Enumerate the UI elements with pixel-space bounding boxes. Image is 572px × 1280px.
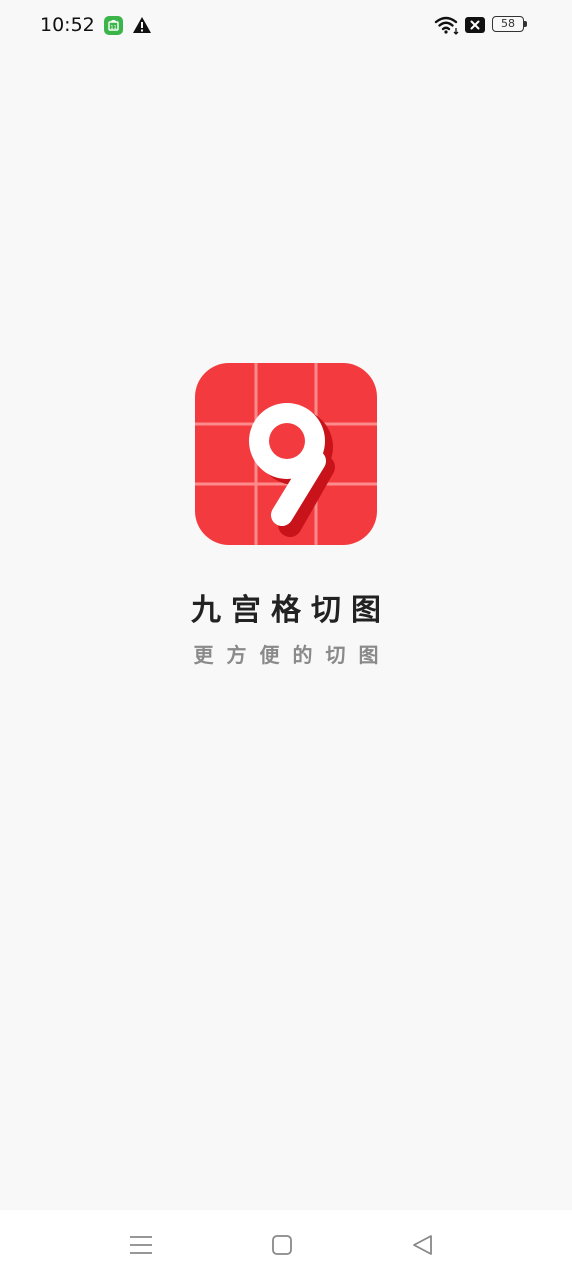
status-bar: 10:52 11 58 — [0, 0, 572, 52]
app-slogan: 更方便的切图 — [193, 643, 392, 667]
navigation-bar — [0, 1210, 572, 1280]
battery-cap — [524, 21, 527, 27]
warning-icon — [132, 16, 152, 34]
x-box-icon — [465, 17, 485, 33]
menu-icon[interactable] — [126, 1230, 156, 1260]
battery-level: 58 — [492, 16, 524, 32]
battery-icon: 58 — [492, 16, 528, 34]
notification-app-icon: 11 — [104, 16, 123, 35]
home-icon[interactable] — [267, 1230, 297, 1260]
status-time: 10:52 — [40, 14, 95, 36]
app-name: 九宫格切图 — [191, 593, 391, 628]
app-logo — [195, 363, 377, 545]
svg-text:11: 11 — [110, 25, 116, 31]
back-icon[interactable] — [408, 1230, 438, 1260]
wifi-icon — [434, 15, 460, 35]
